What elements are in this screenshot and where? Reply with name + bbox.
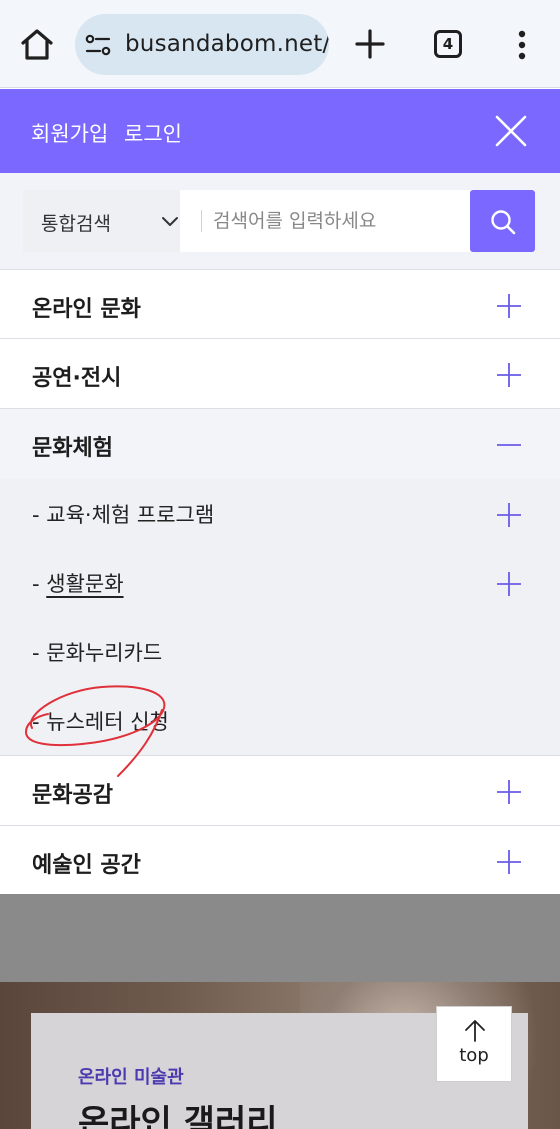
menu-item-artist-space[interactable]: 예술인 공간 (0, 826, 560, 896)
tab-switcher-button[interactable]: 4 (434, 30, 462, 58)
search-form: 통합검색 (23, 190, 535, 252)
menu-item-culture-experience[interactable]: 문화체험 (0, 409, 560, 479)
submenu-item-label: 생활문화 (46, 572, 124, 596)
browser-toolbar: busandabom.net/ 4 (0, 0, 560, 88)
signup-link[interactable]: 회원가입 (31, 118, 108, 148)
plus-icon[interactable] (495, 361, 523, 389)
plus-icon[interactable] (495, 292, 523, 320)
submenu-item-label: 문화누리카드 (46, 641, 163, 665)
search-icon (491, 210, 516, 235)
scroll-top-button[interactable]: top (436, 1006, 512, 1082)
close-icon[interactable] (492, 112, 530, 150)
menu-item-performance-exhibition[interactable]: 공연·전시 (0, 339, 560, 409)
menu-item-label: 온라인 문화 (32, 297, 141, 322)
submenu-item-education-program[interactable]: - 교육·체험 프로그램 (0, 479, 560, 548)
plus-icon[interactable] (495, 778, 523, 806)
hero-category: 온라인 미술관 (78, 1067, 184, 1088)
search-area: 통합검색 (0, 173, 560, 269)
submenu-item-culture-card[interactable]: - 문화누리카드 (0, 617, 560, 686)
plus-icon[interactable] (495, 570, 523, 598)
menu-item-online-culture[interactable]: 온라인 문화 (0, 269, 560, 339)
menu-item-label: 문화공감 (32, 783, 113, 808)
search-input[interactable] (213, 200, 468, 242)
url-text[interactable]: busandabom.net/ (125, 31, 329, 57)
home-icon[interactable] (17, 24, 57, 64)
submenu-item-label: 뉴스레터 신청 (46, 710, 169, 734)
menu-item-label: 문화체험 (32, 436, 113, 461)
address-bar[interactable]: busandabom.net/ (75, 14, 329, 75)
search-button[interactable] (470, 190, 535, 252)
search-scope-select[interactable]: 통합검색 (23, 190, 180, 252)
site-menu: 온라인 문화 공연·전시 문화체험 - 교육·체험 프로그램 - 생활문화 - … (0, 269, 560, 896)
submenu-item-label: 교육·체험 프로그램 (46, 503, 215, 527)
minus-icon[interactable] (495, 431, 523, 459)
more-options-icon[interactable] (508, 28, 536, 62)
overlay-band (0, 894, 560, 982)
login-link[interactable]: 로그인 (124, 118, 182, 148)
scroll-top-label: top (459, 1045, 489, 1066)
new-tab-icon[interactable] (352, 26, 388, 62)
plus-icon[interactable] (495, 501, 523, 529)
menu-item-culture-empathy[interactable]: 문화공감 (0, 756, 560, 826)
hero-title: 온라인 갤러리 (78, 1103, 278, 1129)
submenu-item-daily-culture[interactable]: - 생활문화 (0, 548, 560, 617)
submenu-item-newsletter[interactable]: - 뉴스레터 신청 (0, 686, 560, 755)
arrow-up-icon (465, 1020, 485, 1042)
menu-item-label: 공연·전시 (32, 366, 122, 391)
search-divider (201, 210, 202, 232)
menu-header: 회원가입 로그인 (0, 89, 560, 173)
chevron-down-icon (162, 217, 178, 226)
menu-item-label: 예술인 공간 (32, 853, 141, 878)
site-settings-icon[interactable] (85, 32, 111, 58)
search-scope-label: 통합검색 (41, 213, 111, 235)
plus-icon[interactable] (495, 848, 523, 876)
submenu-culture-experience: - 교육·체험 프로그램 - 생활문화 - 문화누리카드 - 뉴스레터 신청 (0, 479, 560, 756)
